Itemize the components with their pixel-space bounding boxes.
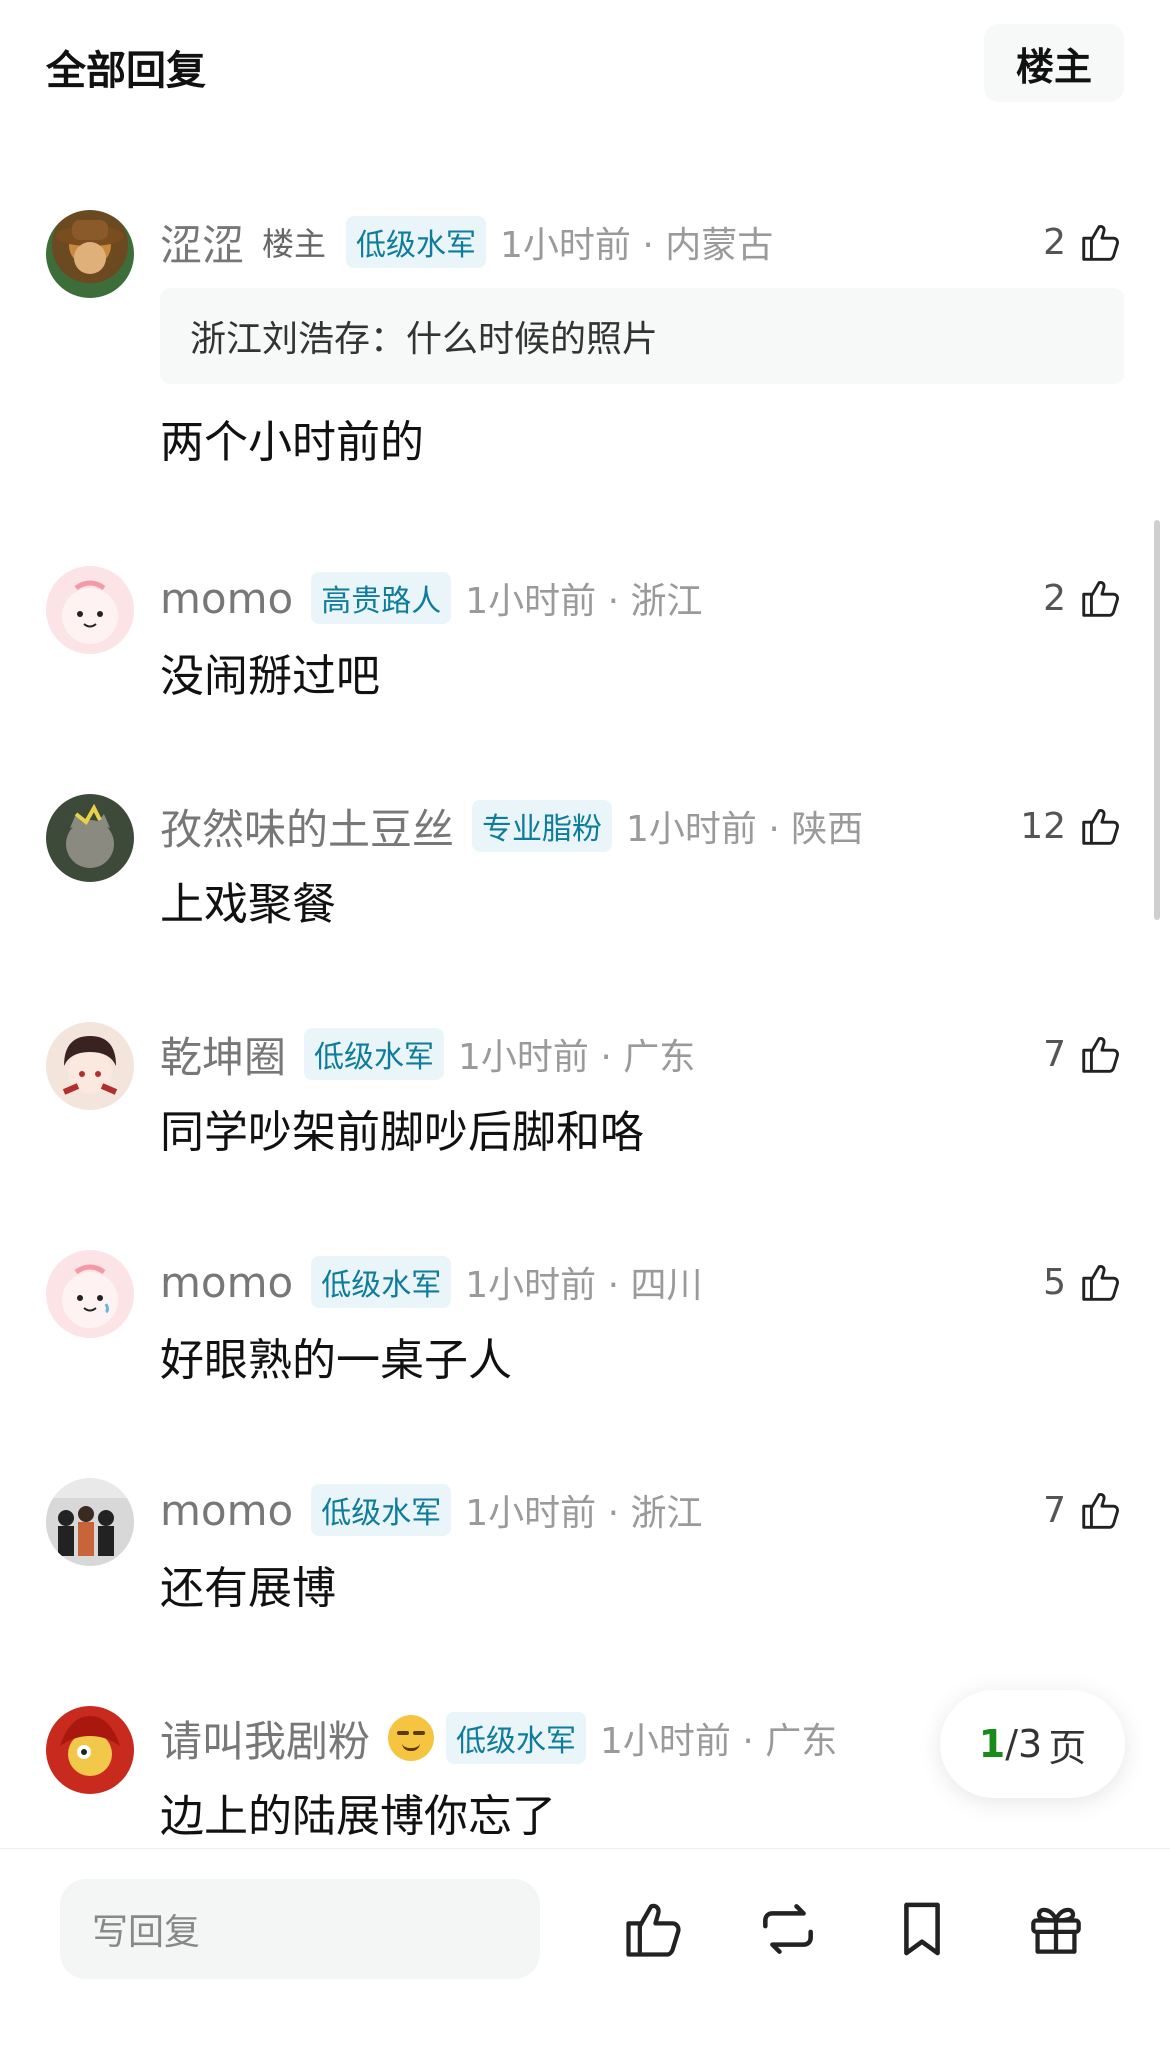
username[interactable]: momo <box>160 574 293 623</box>
comment-content: 同学吵架前脚吵后脚和咯 <box>160 1107 644 1158</box>
comment-content: 好眼熟的一桌子人 <box>160 1335 512 1386</box>
like-button[interactable]: 2 <box>1043 210 1124 274</box>
avatar[interactable] <box>46 1022 134 1110</box>
time-location: 1小时前 · 四川 <box>465 1265 703 1306</box>
avatar-anime-image <box>62 1036 118 1095</box>
gift-icon[interactable] <box>1022 1895 1090 1963</box>
comment-meta: 孜然味的土豆丝 专业脂粉 1小时前 · 陕西 <box>160 794 863 858</box>
thumb-up-icon <box>1082 225 1119 261</box>
username[interactable]: 乾坤圈 <box>160 1024 286 1085</box>
time-location: 1小时前 · 广东 <box>458 1037 696 1078</box>
page-suffix: 页 <box>1048 1725 1087 1770</box>
time-location: 1小时前 · 广东 <box>600 1721 838 1762</box>
avatar[interactable] <box>46 566 134 654</box>
like-button[interactable]: 7 <box>1043 1022 1124 1086</box>
thumb-up-icon <box>1082 809 1119 845</box>
thumb-up-icon <box>1082 1037 1119 1073</box>
like-count: 7 <box>1043 1033 1066 1075</box>
username[interactable]: 孜然味的土豆丝 <box>160 796 454 857</box>
avatar[interactable] <box>46 1478 134 1566</box>
like-count: 5 <box>1043 1261 1066 1303</box>
fan-level-badge: 低级水军 <box>311 1484 452 1536</box>
comment-content: 还有展博 <box>160 1563 336 1614</box>
scrollbar[interactable] <box>1154 520 1160 920</box>
thumb-up-icon[interactable] <box>620 1895 688 1963</box>
avatar-cat-image <box>66 803 114 868</box>
avatar-cartoon-image <box>62 580 118 644</box>
owner-tag: 楼主 <box>262 225 327 263</box>
fan-level-badge: 低级水军 <box>346 216 487 268</box>
comment-meta: momo 低级水军 1小时前 · 浙江 <box>160 1478 702 1542</box>
like-count: 12 <box>1020 805 1066 847</box>
page-indicator-button[interactable]: 1 /3 页 <box>940 1690 1125 1798</box>
fan-level-badge: 低级水军 <box>311 1256 452 1308</box>
current-page: 1 <box>978 1722 1006 1766</box>
username[interactable]: momo <box>160 1258 293 1307</box>
thumb-up-icon <box>1082 581 1119 617</box>
comment-meta: 乾坤圈 低级水军 1小时前 · 广东 <box>160 1022 695 1086</box>
time-location: 1小时前 · 内蒙古 <box>500 225 774 266</box>
repost-icon[interactable] <box>754 1895 822 1963</box>
comment-content: 两个小时前的 <box>160 417 424 468</box>
page-title: 全部回复 <box>46 48 206 94</box>
username[interactable]: momo <box>160 1486 293 1535</box>
bottom-action-bar: 写回复 <box>0 1848 1170 2065</box>
quoted-reply[interactable]: 浙江刘浩存：什么时候的照片 <box>160 288 1124 384</box>
username[interactable]: 涩涩 <box>160 212 244 273</box>
comment-meta: 请叫我剧粉 低级水军 1小时前 · 广东 <box>160 1706 837 1770</box>
smirk-emoji-icon <box>388 1715 435 1761</box>
username[interactable]: 请叫我剧粉 <box>160 1708 370 1769</box>
fan-level-badge: 专业脂粉 <box>472 800 613 852</box>
owner-only-filter-button[interactable]: 楼主 <box>984 24 1124 102</box>
fan-level-badge: 低级水军 <box>304 1028 445 1080</box>
comment-meta: momo 高贵路人 1小时前 · 浙江 <box>160 566 702 630</box>
avatar[interactable] <box>46 1250 134 1338</box>
like-count: 2 <box>1043 221 1066 263</box>
thumb-up-icon <box>1082 1493 1119 1529</box>
comment-content: 上戏聚餐 <box>160 879 336 930</box>
fan-level-badge: 高贵路人 <box>311 572 452 624</box>
avatar-group-photo-image <box>46 1498 134 1566</box>
like-button[interactable]: 7 <box>1043 1478 1124 1542</box>
like-button[interactable]: 12 <box>1020 794 1124 858</box>
avatar-cartoon-image <box>62 1264 118 1328</box>
avatar-cowboy-image <box>56 220 124 274</box>
thumb-up-icon <box>1082 1265 1119 1301</box>
header: 全部回复 楼主 <box>0 0 1170 130</box>
avatar-red-cartoon-image <box>60 1716 120 1776</box>
time-location: 1小时前 · 陕西 <box>626 809 864 850</box>
avatar[interactable] <box>46 794 134 882</box>
avatar[interactable] <box>46 210 134 298</box>
bookmark-icon[interactable] <box>888 1895 956 1963</box>
reply-input[interactable]: 写回复 <box>60 1879 540 1979</box>
comment-meta: 涩涩 楼主 低级水军 1小时前 · 内蒙古 <box>160 210 773 274</box>
comment-meta: momo 低级水军 1小时前 · 四川 <box>160 1250 702 1314</box>
like-count: 7 <box>1043 1489 1066 1531</box>
like-button[interactable]: 2 <box>1043 566 1124 630</box>
comment-content: 没闹掰过吧 <box>160 651 380 702</box>
like-count: 2 <box>1043 577 1066 619</box>
time-location: 1小时前 · 浙江 <box>465 581 703 622</box>
comment-content: 边上的陆展博你忘了 <box>160 1791 556 1842</box>
fan-level-badge: 低级水军 <box>446 1712 587 1764</box>
time-location: 1小时前 · 浙江 <box>465 1493 703 1534</box>
avatar[interactable] <box>46 1706 134 1794</box>
like-button[interactable]: 5 <box>1043 1250 1124 1314</box>
total-pages: /3 <box>1005 1722 1043 1766</box>
